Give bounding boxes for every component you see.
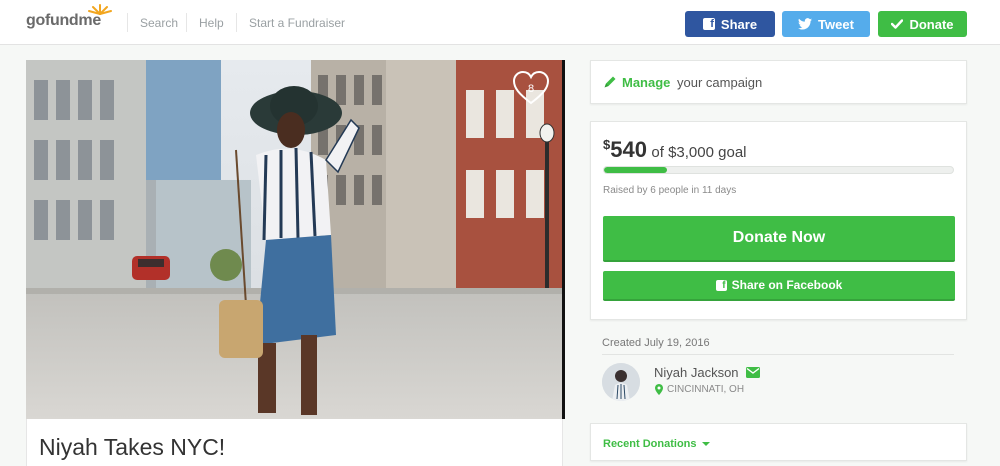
raised-value: 540 bbox=[610, 137, 647, 162]
share-button-label: Share bbox=[720, 16, 758, 32]
header-share-button[interactable]: f Share bbox=[685, 11, 775, 37]
goal-text: of $3,000 goal bbox=[651, 144, 747, 161]
recent-donations-label: Recent Donations bbox=[603, 438, 697, 450]
top-header: gofundme Search Help Start a Fundraiser … bbox=[0, 0, 1000, 45]
share-on-facebook-button[interactable]: f Share on Facebook bbox=[603, 271, 955, 301]
recent-donations-card: Recent Donations bbox=[590, 423, 967, 461]
campaign-title: Niyah Takes NYC! bbox=[39, 434, 226, 460]
nav-divider bbox=[236, 13, 237, 32]
manage-label[interactable]: Manage bbox=[622, 75, 670, 91]
heart-favorite-button[interactable]: 8 bbox=[512, 70, 550, 106]
avatar-image bbox=[602, 363, 640, 401]
campaign-photo: 8 bbox=[26, 60, 565, 419]
raised-by-text: Raised by 6 people in 11 days bbox=[603, 185, 737, 196]
manage-campaign-card[interactable]: Manage your campaign bbox=[590, 60, 967, 104]
nav-help-link[interactable]: Help bbox=[199, 15, 224, 31]
progress-fill bbox=[604, 167, 667, 173]
pencil-icon bbox=[604, 76, 616, 88]
organizer-divider bbox=[602, 354, 954, 355]
manage-subtext: your campaign bbox=[677, 75, 763, 90]
facebook-icon: f bbox=[715, 279, 727, 291]
location-text: CINCINNATI, OH bbox=[667, 384, 745, 395]
donate-now-button[interactable]: Donate Now bbox=[603, 216, 955, 262]
header-tweet-button[interactable]: Tweet bbox=[782, 11, 870, 37]
heart-count: 8 bbox=[527, 83, 535, 95]
progress-bar bbox=[603, 166, 954, 174]
checkmark-icon bbox=[891, 19, 904, 29]
donate-button-label: Donate bbox=[909, 16, 954, 32]
created-date: Created July 19, 2016 bbox=[602, 337, 710, 349]
organizer-location: CINCINNATI, OH bbox=[655, 383, 744, 396]
nav-search-link[interactable]: Search bbox=[140, 15, 178, 31]
tweet-button-label: Tweet bbox=[818, 16, 854, 32]
campaign-title-card: Niyah Takes NYC! bbox=[26, 419, 563, 466]
raised-amount: $540 bbox=[603, 137, 647, 162]
nav-divider bbox=[186, 13, 187, 32]
street-scene-image bbox=[26, 60, 562, 419]
caret-down-icon bbox=[701, 442, 710, 446]
mail-icon[interactable] bbox=[746, 367, 760, 378]
organizer-name[interactable]: Niyah Jackson bbox=[654, 365, 739, 381]
map-pin-icon bbox=[655, 384, 663, 395]
funding-card: $540 of $3,000 goal Raised by 6 people i… bbox=[590, 121, 967, 320]
share-facebook-label: Share on Facebook bbox=[731, 278, 843, 292]
header-donate-button[interactable]: Donate bbox=[878, 11, 967, 37]
recent-donations-toggle[interactable]: Recent Donations bbox=[603, 437, 710, 451]
organizer-avatar[interactable] bbox=[602, 363, 640, 401]
nav-start-fundraiser-link[interactable]: Start a Fundraiser bbox=[249, 15, 345, 31]
gofundme-logo[interactable]: gofundme bbox=[26, 4, 112, 31]
amount-line: $540 of $3,000 goal bbox=[603, 132, 747, 166]
facebook-icon: f bbox=[702, 18, 715, 30]
logo-burst-icon bbox=[88, 4, 112, 15]
nav-divider bbox=[127, 13, 128, 32]
twitter-bird-icon bbox=[798, 18, 813, 30]
